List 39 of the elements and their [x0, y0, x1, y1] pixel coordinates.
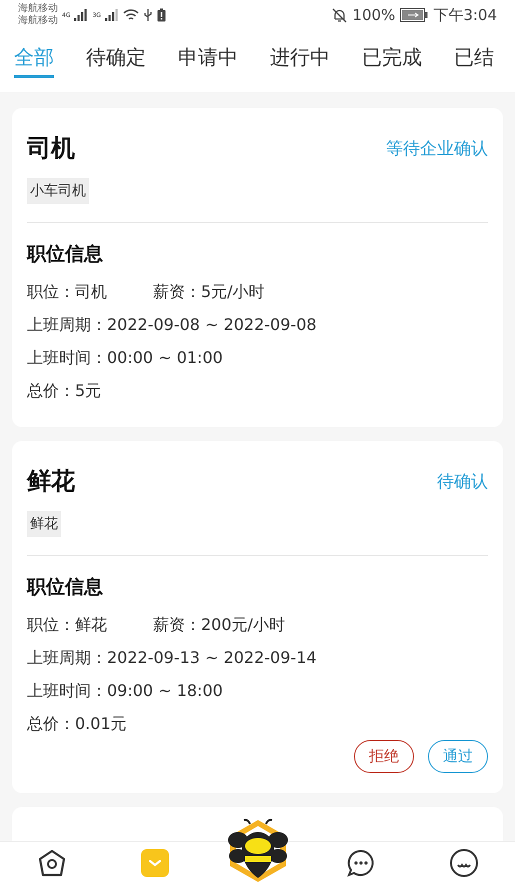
battery-percent: 100%	[352, 6, 396, 24]
job-title: 鲜花	[27, 466, 75, 497]
status-tab[interactable]: 申请中	[178, 44, 238, 78]
usb-icon	[142, 8, 153, 22]
carrier-name: 海航移动	[18, 3, 58, 14]
signal-icon	[104, 9, 119, 21]
work-hours: 上班时间：09:00 ~ 18:00	[27, 680, 223, 702]
status-tab[interactable]: 已结	[454, 44, 494, 78]
order-status: 等待企业确认	[386, 138, 488, 160]
chat-icon[interactable]	[346, 848, 376, 878]
section-heading: 职位信息	[27, 575, 104, 600]
job-title: 司机	[27, 133, 75, 164]
job-tag: 鲜花	[27, 511, 61, 537]
work-period: 上班周期：2022-09-13 ~ 2022-09-14	[27, 647, 317, 669]
section-heading: 职位信息	[27, 242, 104, 267]
work-period: 上班周期：2022-09-08 ~ 2022-09-08	[27, 314, 317, 336]
order-status: 待确认	[437, 470, 488, 492]
position-text: 职位：司机	[27, 281, 107, 303]
home-icon[interactable]	[36, 848, 66, 878]
carrier-name: 海航移动	[18, 15, 58, 27]
reject-button[interactable]: 拒绝	[354, 740, 414, 773]
status-tab[interactable]: 进行中	[270, 44, 330, 78]
total-price: 总价：0.01元	[27, 713, 127, 735]
position-text: 职位：鲜花	[27, 614, 107, 636]
job-tag: 小车司机	[27, 178, 89, 204]
clock-time: 下午3:04	[433, 6, 497, 24]
profile-icon[interactable]	[448, 848, 478, 878]
battery-charging-icon	[400, 8, 428, 22]
salary-text: 薪资：5元/小时	[153, 281, 265, 303]
signal-icon	[74, 9, 88, 21]
bee-logo-icon[interactable]	[226, 818, 290, 883]
total-price: 总价：5元	[27, 380, 102, 402]
status-tab[interactable]: 待确定	[86, 44, 146, 78]
battery-alert-icon	[156, 8, 166, 22]
muted-bell-icon	[332, 8, 348, 22]
salary-text: 薪资：200元/小时	[153, 614, 285, 636]
wifi-icon	[122, 8, 139, 22]
status-tab[interactable]: 已完成	[362, 44, 422, 78]
work-hours: 上班时间：00:00 ~ 01:00	[27, 347, 223, 369]
